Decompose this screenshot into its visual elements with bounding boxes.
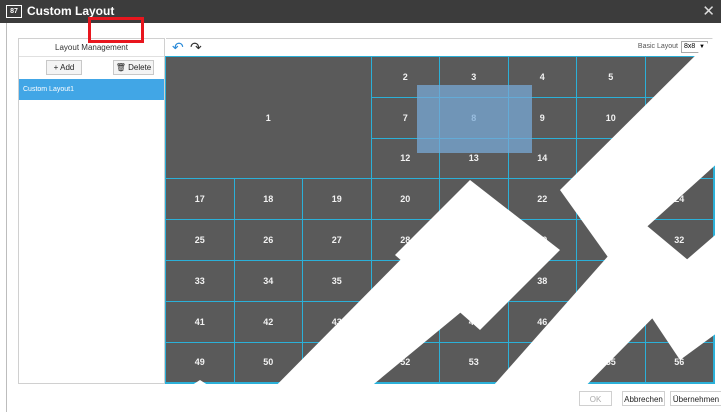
grid-cell[interactable]: 56 — [645, 342, 714, 383]
grid-cell[interactable]: 10 — [577, 97, 646, 139]
grid-cell[interactable]: 36 — [371, 261, 440, 302]
grid-cell[interactable]: 33 — [166, 261, 235, 302]
grid-cell[interactable]: 9 — [508, 97, 577, 139]
grid-cell[interactable]: 13 — [440, 138, 509, 180]
grid-cell[interactable]: 39 — [577, 261, 646, 302]
grid-cell[interactable]: 8 — [440, 97, 509, 139]
grid-cell[interactable]: 6 — [645, 57, 714, 98]
grid-cell[interactable]: 52 — [371, 342, 440, 383]
grid-cell[interactable]: 47 — [577, 301, 646, 343]
grid-cell[interactable]: 42 — [234, 301, 303, 343]
grid-cell[interactable]: 22 — [508, 179, 577, 221]
basic-layout-label: Basic Layout — [637, 43, 678, 50]
grid-cell[interactable]: 49 — [166, 342, 235, 383]
grid-cell[interactable]: 17 — [166, 179, 235, 221]
grid-cell[interactable]: 21 — [440, 179, 509, 221]
ok-button[interactable]: OK — [579, 391, 612, 406]
grid-cell[interactable]: 12 — [371, 138, 440, 180]
delete-button[interactable]: 🗑 Delete — [113, 60, 154, 75]
grid-cell[interactable]: 48 — [645, 301, 714, 343]
grid-cell[interactable]: 25 — [166, 220, 235, 261]
grid-cell[interactable]: 51 — [303, 342, 372, 383]
grid-cell[interactable]: 41 — [166, 301, 235, 343]
grid-cell[interactable]: 55 — [577, 342, 646, 383]
grid-cell[interactable]: 7 — [371, 97, 440, 139]
grid-cell[interactable]: 27 — [303, 220, 372, 261]
redo-icon[interactable]: ↷ — [190, 39, 202, 56]
grid-cell[interactable]: 5 — [577, 57, 646, 98]
add-button[interactable]: + Add — [46, 60, 82, 75]
grid-cell[interactable]: 16 — [645, 138, 714, 180]
grid-cell[interactable]: 24 — [645, 179, 714, 221]
grid-cell[interactable]: 31 — [577, 220, 646, 261]
grid-cell[interactable]: 3 — [440, 57, 509, 98]
layout-app-icon: 87 — [6, 5, 22, 18]
grid-cell[interactable]: 45 — [440, 301, 509, 343]
grid-cell[interactable]: 18 — [234, 179, 303, 221]
close-icon[interactable]: ✕ — [702, 2, 715, 20]
basic-layout-value: 8x8 — [684, 43, 696, 50]
apply-button[interactable]: Übernehmen — [670, 391, 721, 406]
grid-cell[interactable]: 14 — [508, 138, 577, 180]
grid-cell[interactable]: 11 — [645, 97, 714, 139]
grid-cell-merged[interactable]: 1 — [166, 57, 372, 180]
grid-cell[interactable]: 37 — [440, 261, 509, 302]
grid-cell[interactable]: 19 — [303, 179, 372, 221]
layout-toolbar: ↶ ↷ Basic Layout 8x8 ▼ — [166, 38, 715, 56]
delete-highlight-box — [88, 17, 144, 43]
undo-icon[interactable]: ↶ — [172, 39, 184, 56]
grid-cell[interactable]: 50 — [234, 342, 303, 383]
grid-cell[interactable]: 20 — [371, 179, 440, 221]
grid-cell[interactable]: 2 — [371, 57, 440, 98]
grid-cell[interactable]: 4 — [508, 57, 577, 98]
cancel-button[interactable]: Abbrechen — [622, 391, 665, 406]
list-item-custom-layout1[interactable]: Custom Layout1 — [19, 79, 164, 100]
chevron-down-icon: ▼ — [699, 44, 705, 50]
grid-cell[interactable]: 54 — [508, 342, 577, 383]
layout-grid: 1 2 3 4 5 6 7 8 9 10 11 12 13 14 15 16 17 18 19 20 21 22 23 24… — [165, 56, 715, 384]
grid-cell[interactable]: 28 — [371, 220, 440, 261]
grid-cell[interactable]: 26 — [234, 220, 303, 261]
panel-toolbar: + Add 🗑 Delete — [19, 57, 164, 79]
grid-cell[interactable]: 15 — [577, 138, 646, 180]
layout-management-panel: Layout Management + Add 🗑 Delete Custom … — [18, 38, 165, 384]
grid-cell[interactable]: 46 — [508, 301, 577, 343]
grid-cell[interactable]: 43 — [303, 301, 372, 343]
grid-cell[interactable]: 34 — [234, 261, 303, 302]
basic-layout-select[interactable]: 8x8 ▼ — [681, 41, 708, 53]
grid-cell[interactable]: 38 — [508, 261, 577, 302]
grid-cell[interactable]: 23 — [577, 179, 646, 221]
grid-cell[interactable]: 29 — [440, 220, 509, 261]
grid-cell[interactable]: 32 — [645, 220, 714, 261]
grid-cell[interactable]: 35 — [303, 261, 372, 302]
grid-cell[interactable]: 53 — [440, 342, 509, 383]
grid-cell[interactable]: 30 — [508, 220, 577, 261]
grid-cell[interactable]: 40 — [645, 261, 714, 302]
window-title: Custom Layout — [27, 4, 115, 18]
grid-cell[interactable]: 44 — [371, 301, 440, 343]
